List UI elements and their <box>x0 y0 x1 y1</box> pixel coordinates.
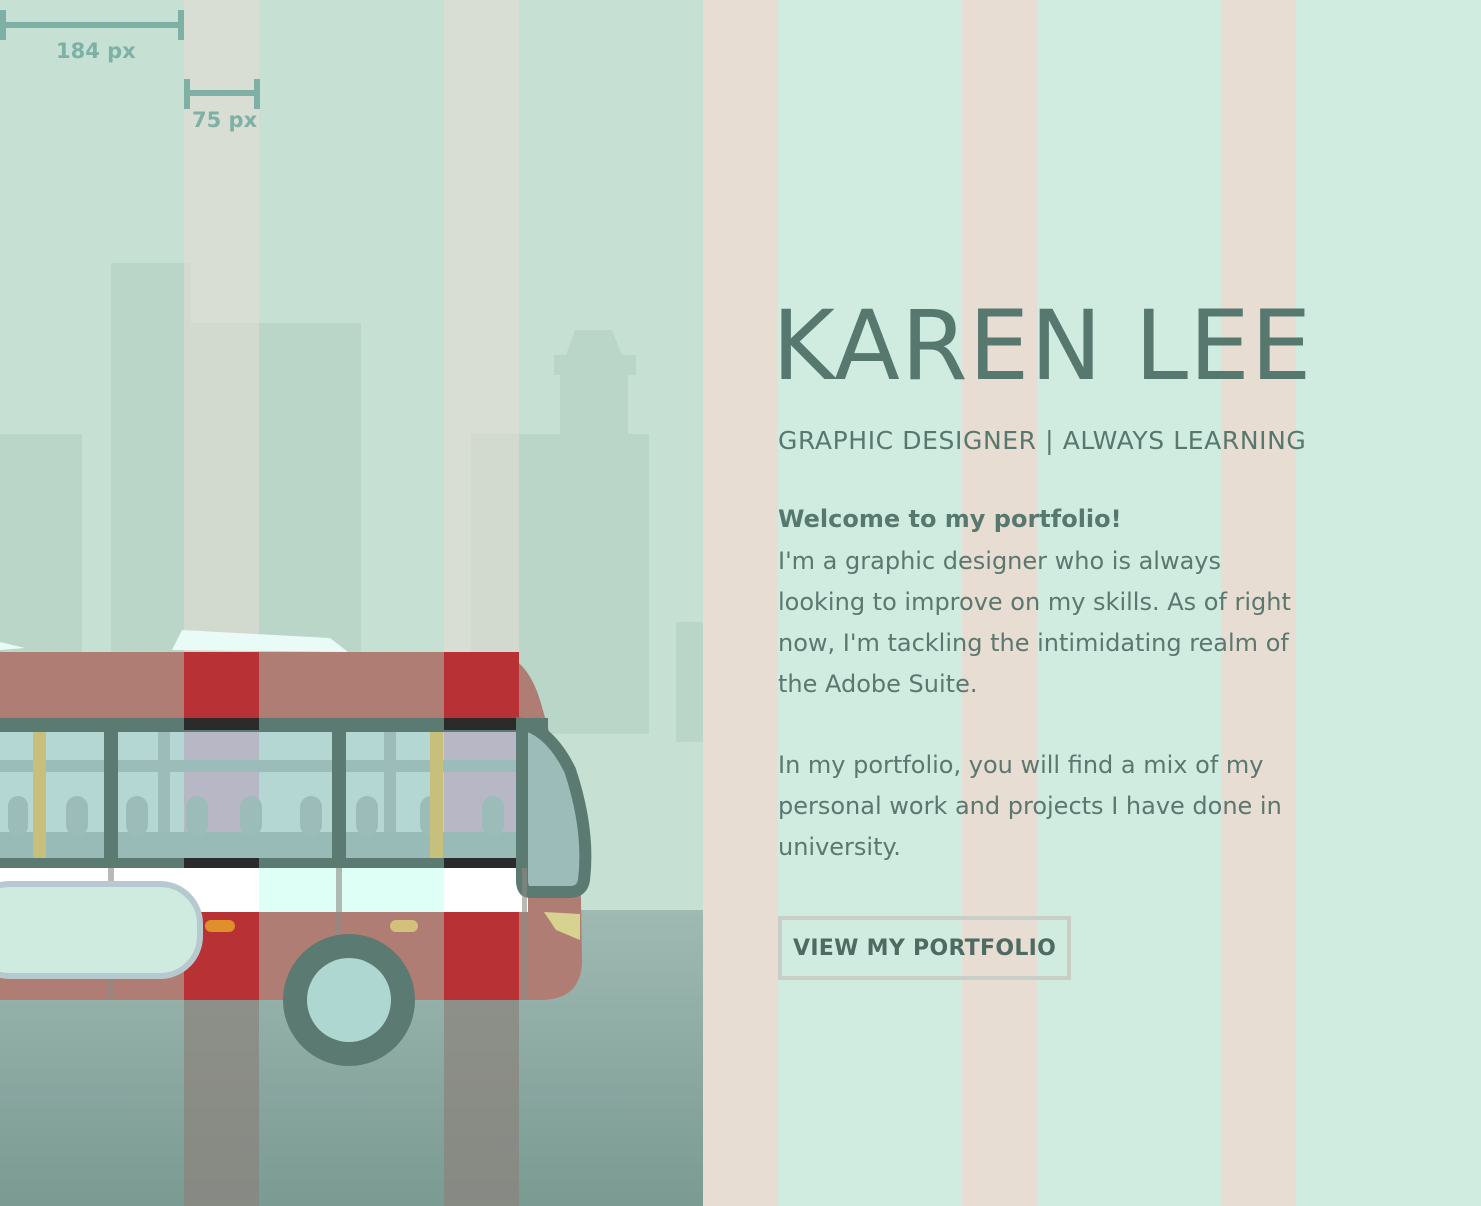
welcome-heading: Welcome to my portfolio! <box>778 505 1122 533</box>
grid-column-overlay <box>703 0 778 1206</box>
page-title: KAREN LEE <box>772 290 1313 402</box>
measure-column-label: 75 px <box>192 108 258 132</box>
view-portfolio-button[interactable]: VIEW MY PORTFOLIO <box>778 916 1072 980</box>
page-subtitle: GRAPHIC DESIGNER | ALWAYS LEARNING <box>778 426 1307 455</box>
measure-gutter-label: 184 px <box>56 39 136 63</box>
bus-city-illustration <box>0 0 703 1206</box>
intro-paragraph: I'm a graphic designer who is always loo… <box>778 547 1291 698</box>
portfolio-paragraph: In my portfolio, you will find a mix of … <box>778 751 1282 861</box>
